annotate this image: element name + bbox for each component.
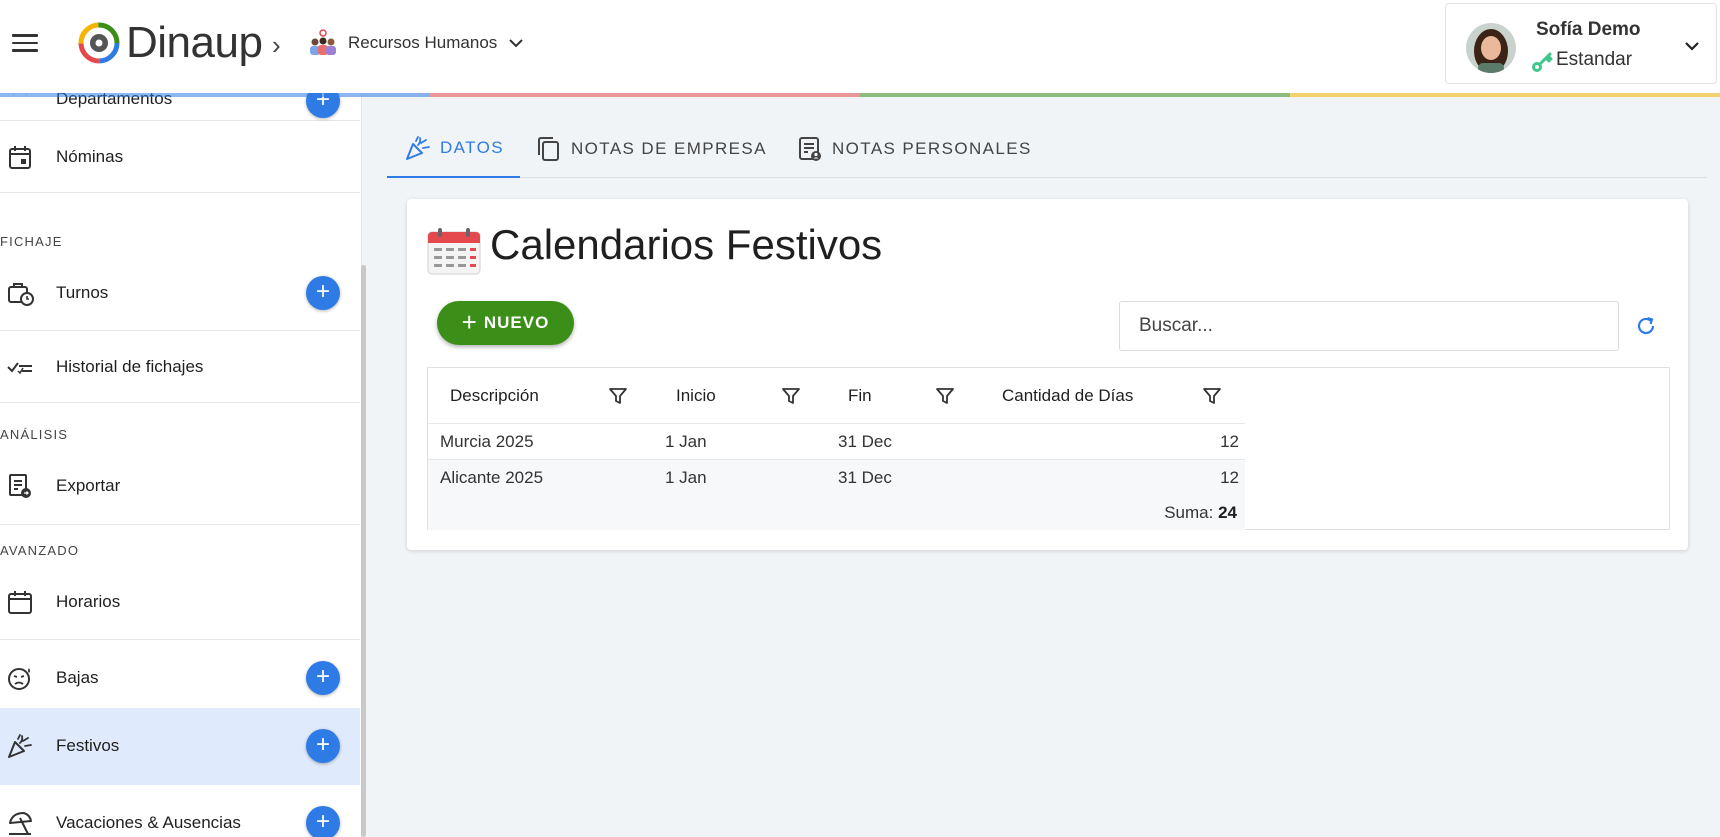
page-title: Calendarios Festivos	[490, 221, 883, 268]
sick-face-icon	[8, 668, 30, 690]
chevron-down-icon	[509, 39, 523, 48]
calendar-icon	[9, 146, 31, 169]
copy-notes-icon	[538, 137, 559, 161]
plus-icon: +	[461, 307, 478, 337]
search-input[interactable]	[1119, 301, 1619, 351]
sidebar-item-label: Turnos	[56, 283, 109, 302]
summary-value: 24	[1218, 503, 1237, 522]
add-baja-button[interactable]: +	[306, 661, 340, 695]
sidebar-item-label: Nóminas	[56, 147, 124, 166]
cell-descripcion: Murcia 2025	[440, 432, 534, 451]
sidebar-item-turnos[interactable]: Turnos +	[0, 255, 360, 331]
user-menu[interactable]: Sofía Demo Estandar	[1445, 3, 1717, 84]
hamburger-menu-icon[interactable]	[12, 28, 42, 58]
sidebar-item-festivos[interactable]: Festivos +	[0, 708, 360, 785]
tab-label: NOTAS DE EMPRESA	[571, 139, 767, 158]
cell-fin: 31 Dec	[838, 432, 892, 451]
festivos-table: Descripción Inicio Fin Cantidad de Días …	[427, 367, 1670, 530]
sidebar-item-horarios[interactable]: Horarios	[0, 564, 360, 640]
sidebar-item-nominas[interactable]: Nóminas	[0, 121, 360, 193]
dinaup-logo-icon	[78, 22, 120, 64]
column-header-inicio[interactable]: Inicio	[676, 368, 716, 424]
sidebar-item-label: Historial de fichajes	[56, 357, 204, 376]
column-header-cantidad-dias[interactable]: Cantidad de Días	[1002, 368, 1133, 424]
cell-descripcion: Alicante 2025	[440, 468, 544, 487]
new-button-label: NUEVO	[483, 313, 550, 332]
sidebar-item-label: Exportar	[56, 476, 121, 495]
sidebar-item-bajas[interactable]: Bajas +	[0, 640, 360, 716]
new-button[interactable]: + NUEVO	[437, 301, 574, 345]
calendar-icon	[427, 228, 481, 275]
section-label-avanzado: AVANZADO	[0, 543, 80, 558]
refresh-icon[interactable]	[1635, 315, 1657, 337]
add-vacacion-button[interactable]: +	[306, 806, 340, 837]
tab-label: DATOS	[440, 138, 504, 157]
breadcrumb-chevron-icon: ›	[272, 30, 281, 60]
filter-icon[interactable]	[1202, 386, 1222, 406]
table-row[interactable]: Alicante 2025 1 Jan 31 Dec 12	[428, 459, 1245, 495]
filter-icon[interactable]	[935, 386, 955, 406]
tab-notas-empresa[interactable]: NOTAS DE EMPRESA	[535, 120, 767, 178]
logo-text: Dinaup	[126, 18, 263, 67]
party-popper-icon	[8, 734, 32, 758]
cell-cantidad: 12	[1220, 468, 1239, 487]
cell-inicio: 1 Jan	[665, 432, 707, 451]
calendar-icon	[8, 591, 32, 614]
tab-label: NOTAS PERSONALES	[832, 139, 1032, 158]
sidebar-item-label: Horarios	[56, 592, 121, 611]
tab-bar: DATOS NOTAS DE EMPRESA NOTAS PERSONALES	[387, 120, 1707, 178]
tab-notas-personales[interactable]: NOTAS PERSONALES	[796, 120, 1032, 178]
sidebar-item-exportar[interactable]: Exportar	[0, 448, 360, 525]
tab-datos[interactable]: DATOS	[387, 120, 520, 178]
cell-cantidad: 12	[1220, 432, 1239, 451]
export-document-icon	[9, 474, 31, 498]
sidebar-item-label: Festivos	[56, 736, 120, 755]
sidebar-scrollbar[interactable]	[361, 265, 366, 837]
user-name: Sofía Demo	[1536, 19, 1641, 40]
module-selector[interactable]: Recursos Humanos	[308, 28, 525, 58]
sidebar-item-vacaciones-ausencias[interactable]: Vacaciones & Ausencias +	[0, 785, 360, 837]
sidebar-item-label: Bajas	[56, 668, 99, 687]
team-icon	[310, 29, 336, 55]
summary-label: Suma:	[1164, 503, 1214, 522]
personal-notes-icon	[799, 137, 821, 161]
section-label-fichaje: FICHAJE	[0, 234, 63, 249]
party-popper-icon	[406, 136, 430, 160]
add-turno-button[interactable]: +	[306, 276, 340, 310]
user-role: Estandar	[1556, 49, 1633, 70]
sidebar-item-label: Vacaciones & Ausencias	[56, 813, 241, 832]
summary-total: Suma: 24	[1164, 495, 1237, 530]
beach-umbrella-icon	[9, 812, 32, 835]
filter-icon[interactable]	[781, 386, 801, 406]
table-row[interactable]: Murcia 2025 1 Jan 31 Dec 12	[428, 423, 1245, 459]
summary-row: Suma: 24	[428, 495, 1245, 530]
section-label-analisis: ANÁLISIS	[0, 427, 69, 442]
avatar	[1466, 23, 1516, 73]
briefcase-clock-icon	[8, 283, 34, 306]
cell-fin: 31 Dec	[838, 468, 892, 487]
filter-icon[interactable]	[608, 386, 628, 406]
column-header-descripcion[interactable]: Descripción	[450, 368, 539, 424]
module-label: Recursos Humanos	[348, 33, 498, 52]
chevron-down-icon	[1685, 42, 1699, 51]
checklist-icon	[7, 362, 32, 375]
cell-inicio: 1 Jan	[665, 468, 707, 487]
key-icon	[1532, 52, 1553, 72]
sidebar-item-historial-fichajes[interactable]: Historial de fichajes	[0, 331, 360, 403]
column-header-fin[interactable]: Fin	[848, 368, 872, 424]
app-header: Dinaup › Recursos Humanos Sofía Demo Est…	[0, 0, 1720, 93]
add-festivo-button[interactable]: +	[306, 729, 340, 763]
sidebar: Departamentos + Nóminas FICHAJE Turnos +…	[0, 85, 362, 837]
header-color-strip	[0, 93, 1720, 97]
calendarios-festivos-card: Calendarios Festivos + NUEVO Descripción…	[407, 199, 1688, 550]
logo[interactable]: Dinaup	[78, 18, 263, 68]
